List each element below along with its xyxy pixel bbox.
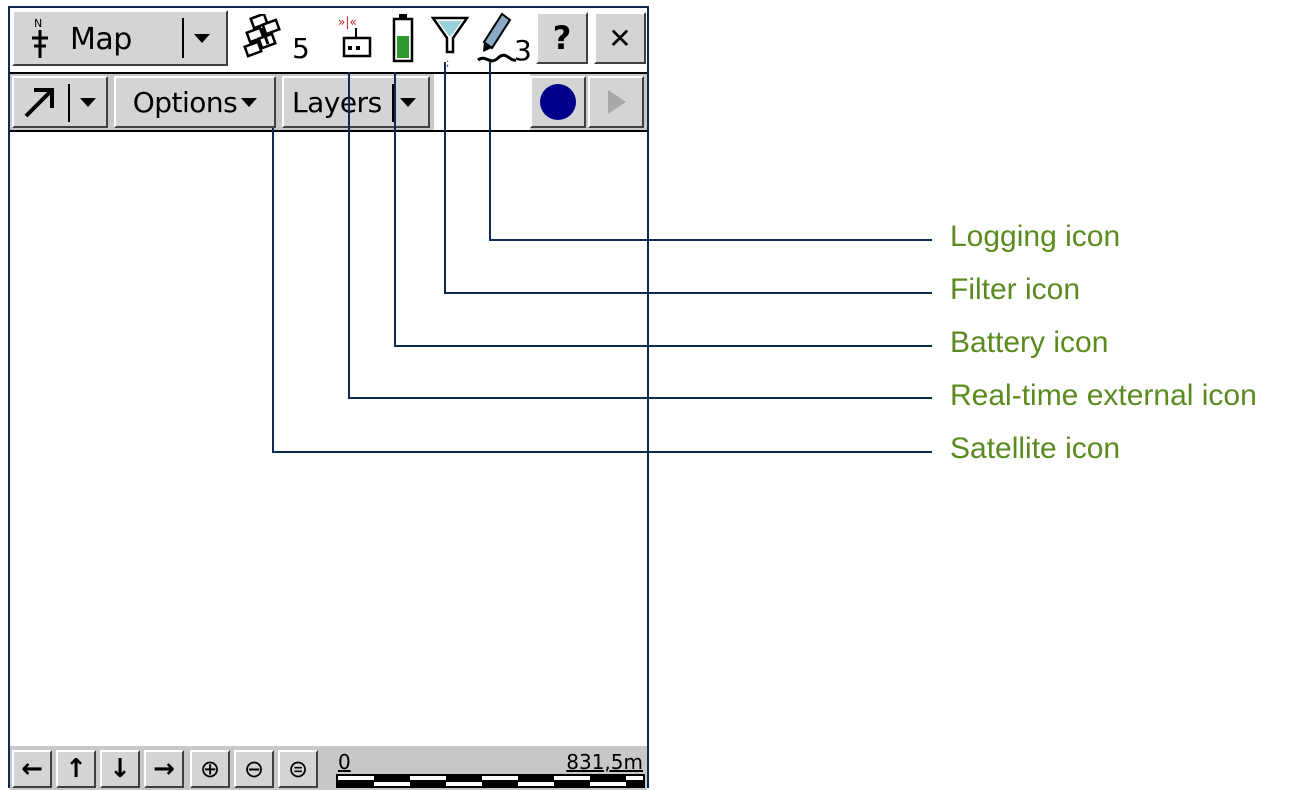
logging-callout: Logging icon xyxy=(950,220,1121,253)
battery-callout: Battery icon xyxy=(950,326,1109,359)
logging-leader-line xyxy=(489,62,932,241)
filter-callout: Filter icon xyxy=(950,273,1081,306)
realtime-callout: Real-time external icon xyxy=(950,379,1257,412)
battery-leader-line xyxy=(394,72,932,347)
filter-leader-line xyxy=(444,62,932,294)
satellite-leader-line xyxy=(272,128,932,453)
realtime-leader-line xyxy=(348,72,932,399)
satellite-callout: Satellite icon xyxy=(950,432,1121,465)
